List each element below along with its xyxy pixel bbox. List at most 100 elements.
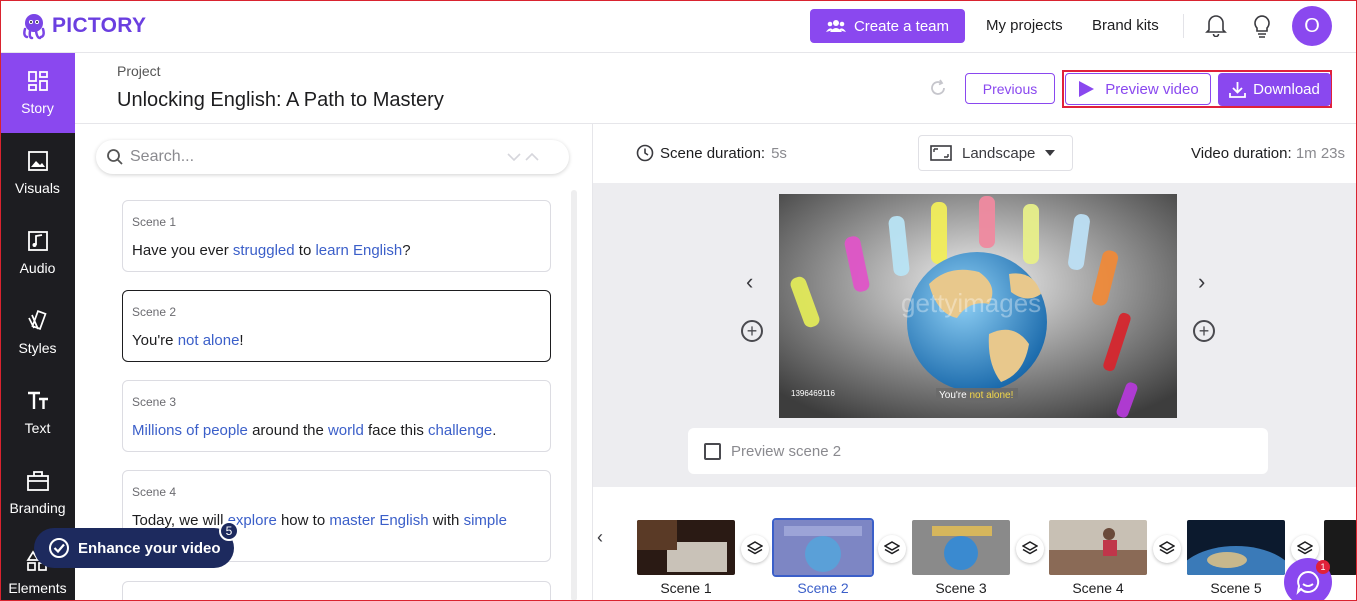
preview-video-label: Preview video (1105, 80, 1199, 98)
lightbulb-icon[interactable] (1252, 13, 1272, 39)
filmstrip-label: Scene 2 (797, 580, 849, 596)
story-icon (27, 71, 48, 91)
globe-people-illustration: gettyimages 1396469116 You're not alone! (779, 194, 1177, 418)
previous-button[interactable]: Previous (965, 73, 1055, 104)
sidebar-item-story[interactable]: Story (0, 53, 75, 133)
enhance-video-button[interactable]: Enhance your video (34, 528, 234, 568)
filmstrip-thumb-4[interactable] (1049, 520, 1147, 575)
team-icon (825, 20, 846, 32)
highlighted-keyword[interactable]: world (328, 422, 364, 439)
search-bar[interactable] (96, 140, 569, 174)
brand-kits-link[interactable]: Brand kits (1092, 17, 1159, 34)
highlighted-keyword[interactable]: learn English (315, 242, 402, 259)
scene-text-fragment: how to (276, 512, 330, 529)
octopus-logo-icon (23, 14, 45, 40)
add-scene-before-icon[interactable]: + (741, 320, 763, 342)
scrollbar[interactable] (571, 190, 577, 601)
sidebar-item-label: Text (24, 420, 51, 436)
filmstrip-thumb-2[interactable] (772, 518, 874, 577)
add-scene-after-icon[interactable]: + (1193, 320, 1215, 342)
video-duration-label: Video duration: (1191, 145, 1292, 162)
scene-text[interactable]: Today, we will explore how to master Eng… (132, 512, 541, 529)
chat-bubble-icon (1296, 570, 1320, 595)
download-label: Download (1253, 81, 1320, 98)
layers-button[interactable] (1016, 535, 1044, 563)
thumb-image (637, 520, 735, 575)
layers-button[interactable] (741, 535, 769, 563)
sidebar-item-label: Elements (8, 580, 67, 596)
filmstrip-thumb-5[interactable] (1187, 520, 1285, 575)
highlighted-keyword[interactable]: master English (329, 512, 428, 529)
filmstrip-label: Scene 1 (660, 580, 712, 596)
scene-card-5[interactable] (122, 581, 551, 601)
layers-icon (747, 541, 763, 555)
sidebar-item-branding[interactable]: Branding (0, 453, 75, 533)
scene-preview-image[interactable]: gettyimages 1396469116 You're not alone! (779, 194, 1177, 418)
preview-scene-checkbox[interactable] (704, 442, 721, 460)
user-avatar[interactable]: O (1292, 6, 1332, 46)
highlighted-keyword[interactable]: not alone (178, 332, 240, 349)
orientation-value: Landscape (962, 144, 1036, 162)
sidebar-item-audio[interactable]: Audio (0, 213, 75, 293)
video-duration: Video duration: 1m 23s (1191, 145, 1345, 162)
sidebar-item-label: Styles (18, 340, 57, 356)
scene-text-fragment: ? (402, 242, 411, 259)
scene-card-2[interactable]: Scene 2 You're not alone! (122, 290, 551, 362)
thumb-image (1049, 520, 1147, 575)
highlighted-keyword[interactable]: struggled (233, 242, 295, 259)
watermark-text: gettyimages (901, 288, 1041, 318)
layers-button[interactable] (1153, 535, 1181, 563)
sidebar-item-label: Branding (9, 500, 66, 516)
filmstrip-label: Scene 3 (935, 580, 987, 596)
preview-video-button[interactable]: Preview video (1065, 73, 1211, 105)
scene-text[interactable]: You're not alone! (132, 332, 541, 349)
filmstrip-label: Scene 4 (1072, 580, 1124, 596)
create-team-label: Create a team (853, 17, 950, 35)
scene-text-fragment: You're (132, 332, 178, 349)
next-scene-arrow[interactable]: › (1198, 269, 1205, 295)
download-icon (1229, 82, 1247, 98)
scene-text[interactable]: Millions of people around the world face… (132, 422, 541, 439)
preview-scene-toggle[interactable]: Preview scene 2 (688, 428, 1268, 474)
thumb-image (774, 520, 872, 575)
highlighted-keyword[interactable]: challenge (428, 422, 492, 439)
refresh-icon[interactable] (928, 78, 948, 98)
filmstrip-prev-arrow[interactable]: ‹ (597, 527, 603, 548)
previous-scene-arrow[interactable]: ‹ (746, 269, 753, 295)
scene-duration: Scene duration: 5s (636, 144, 787, 162)
create-team-button[interactable]: Create a team (810, 9, 965, 43)
scene-number: Scene 4 (132, 485, 177, 499)
download-button[interactable]: Download (1218, 73, 1331, 106)
divider (1183, 14, 1184, 38)
sidebar-item-label: Visuals (15, 180, 60, 196)
sidebar-item-styles[interactable]: Styles (0, 293, 75, 373)
sidebar-item-visuals[interactable]: Visuals (0, 133, 75, 213)
my-projects-link[interactable]: My projects (986, 17, 1063, 34)
scene-card-1[interactable]: Scene 1 Have you ever struggled to learn… (122, 200, 551, 272)
chevrons-icon[interactable] (506, 151, 540, 163)
filmstrip-thumb-1[interactable] (637, 520, 735, 575)
layers-button[interactable] (878, 535, 906, 563)
scene-text-fragment: around the (247, 422, 328, 439)
scene-text-fragment: face this (363, 422, 429, 439)
highlighted-keyword[interactable]: simple (464, 512, 507, 529)
sidebar-item-text[interactable]: Text (0, 373, 75, 453)
highlighted-keyword[interactable]: Millions of people (132, 422, 248, 439)
bell-icon[interactable] (1205, 13, 1227, 37)
search-input[interactable] (130, 148, 500, 166)
play-icon (1079, 81, 1095, 97)
check-badge-icon (49, 538, 69, 558)
pictory-logo[interactable]: PICTORY (20, 12, 146, 40)
scene-card-3[interactable]: Scene 3 Millions of people around the wo… (122, 380, 551, 452)
project-title-input[interactable]: Unlocking English: A Path to Mastery (117, 89, 461, 112)
filmstrip-thumb-3[interactable] (912, 520, 1010, 575)
preview-scene-label: Preview scene 2 (731, 442, 842, 460)
project-label: Project (117, 63, 161, 79)
scene-text-fragment: with (428, 512, 464, 529)
clock-icon (636, 144, 654, 162)
orientation-select[interactable]: Landscape (918, 135, 1073, 171)
search-icon (107, 149, 123, 165)
scene-text-fragment: to (294, 242, 316, 259)
enhance-count-badge: 5 (219, 521, 239, 541)
scene-text[interactable]: Have you ever struggled to learn English… (132, 242, 541, 259)
